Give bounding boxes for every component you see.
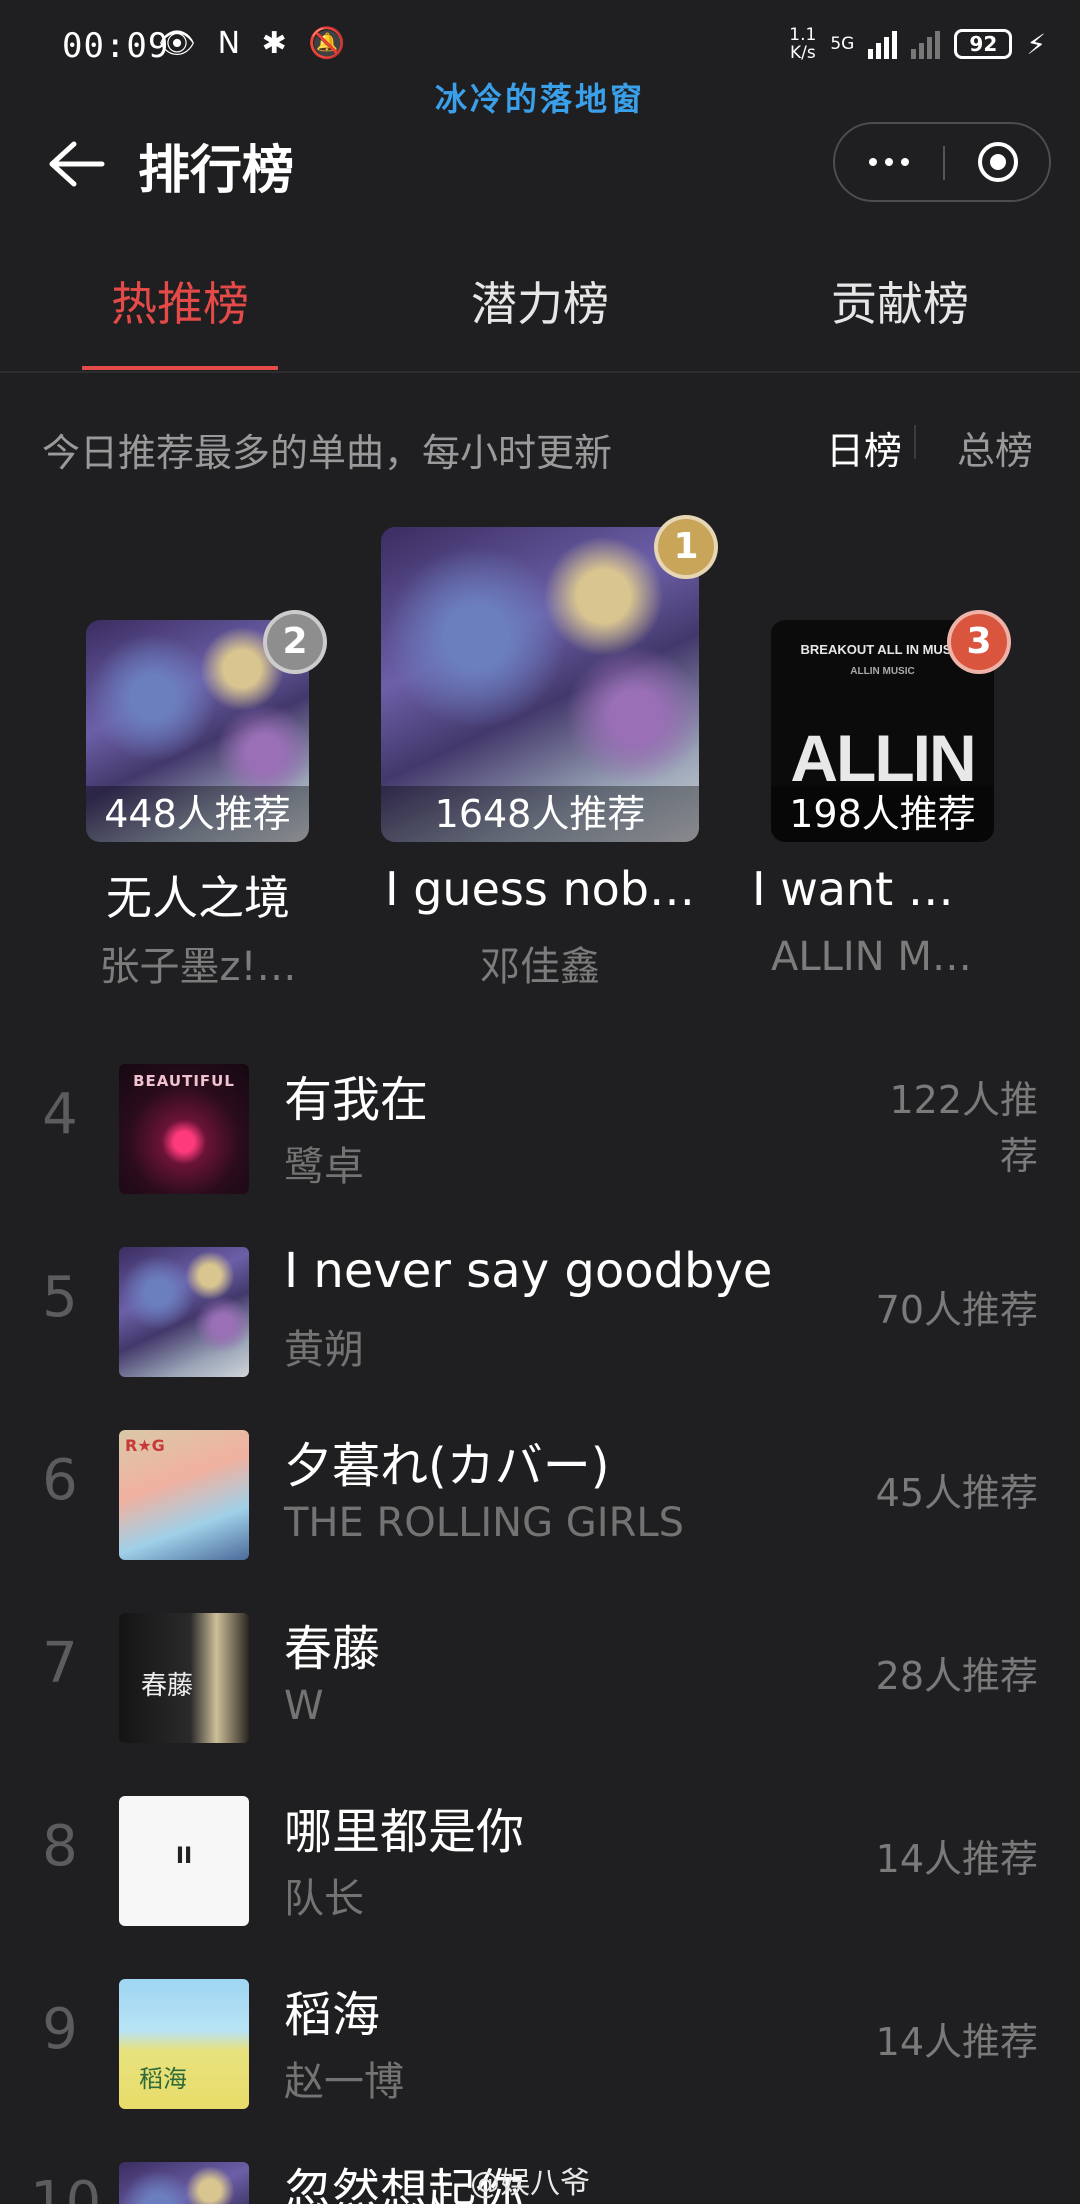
watermark-top: 冰冷的落地窗 [434,80,645,118]
podium-title-2[interactable]: 无人之境 [60,862,336,928]
song-cover: BEAUTIFUL [119,1064,249,1194]
rank-badge-1: 1 [654,515,718,579]
song-row[interactable]: 6 R★G 夕暮れ(カバー) THE ROLLING GIRLS 45人推荐 [0,1418,1080,1568]
podium-artist-2[interactable]: 张子墨z!… [60,934,336,992]
back-button[interactable] [44,136,108,192]
podium-artist-3[interactable]: ALLIN M… [771,934,1021,980]
song-title: I never say goodbye [284,1243,773,1299]
song-rank: 10 [30,2170,102,2204]
podium-title-1[interactable]: I guess nob… [360,862,720,916]
podium-title-3[interactable]: I want … [752,862,1002,916]
song-row[interactable]: 7 春藤 春藤 W 28人推荐 [0,1601,1080,1751]
song-title: 有我在 [284,1072,429,1128]
rank-badge-2: 2 [263,610,327,674]
song-row[interactable]: 9 稻海 稻海 赵一博 14人推荐 [0,1967,1080,2117]
song-title: 哪里都是你 [284,1804,525,1860]
song-title: 稻海 [284,1987,381,2043]
network-type-label: 5G [830,34,855,54]
more-button[interactable] [835,124,943,200]
song-rank: 5 [42,1265,78,1330]
signal-secondary-icon [911,29,941,59]
song-row[interactable]: 8 II 哪里都是你 队长 14人推荐 [0,1784,1080,1934]
song-cover [119,1247,249,1377]
cover-word: ALLIN [790,721,976,795]
battery-icon: 92 [954,29,1013,59]
song-rank: 8 [42,1814,78,1879]
close-miniapp-button[interactable] [978,142,1018,182]
podium-cover-1[interactable]: 1648人推荐 [381,527,699,842]
podium-count: 1648人推荐 [381,786,699,842]
song-artist: W [284,1683,324,1729]
tab-potential[interactable]: 潜力榜 [420,268,660,334]
miniapp-capsule [833,122,1051,202]
chart-description: 今日推荐最多的单曲，每小时更新 [42,431,613,475]
status-left-icons: 👁 N ✱ 🔕 [158,26,352,61]
song-recommend-count: 122人推 荐 [889,1078,1038,1178]
song-artist: 鹭卓 [284,1144,364,1190]
podium-count: 448人推荐 [86,786,309,842]
song-recommend-count: 14人推荐 [875,1837,1038,1881]
status-time: 00:09 [62,26,170,66]
watermark-bottom: @娱八爷 [470,2166,590,2201]
segment-divider [914,425,916,459]
song-recommend-count: 14人推荐 [875,2020,1038,2064]
podium-count: 198人推荐 [771,786,994,842]
net-speed: 1.1 K/s [789,25,817,63]
song-rank: 4 [42,1082,78,1147]
capsule-divider [943,146,945,180]
song-title: 夕暮れ(カバー) [284,1438,610,1494]
song-rank: 7 [42,1631,78,1696]
segment-daily[interactable]: 日榜 [826,420,902,475]
segment-total[interactable]: 总榜 [957,420,1033,475]
song-title: 春藤 [284,1621,381,1677]
song-rank: 6 [42,1448,78,1513]
song-cover: R★G [119,1430,249,1560]
song-cover: 稻海 [119,1979,249,2109]
tab-active-indicator [82,366,278,370]
page-title: 排行榜 [138,141,295,201]
song-cover: II [119,1796,249,1926]
song-row[interactable]: 5 I never say goodbye 黄朔 70人推荐 [0,1235,1080,1385]
podium-artist-1[interactable]: 邓佳鑫 [360,934,720,992]
song-artist: THE ROLLING GIRLS [284,1500,685,1546]
song-row[interactable]: 4 BEAUTIFUL 有我在 鹭卓 122人推 荐 [0,1052,1080,1202]
more-icon [869,158,877,166]
signal-icon [868,29,898,59]
song-rank: 9 [42,1997,78,2062]
song-recommend-count: 70人推荐 [875,1288,1038,1332]
back-arrow-icon [49,141,105,187]
song-cover: 春藤 [119,1613,249,1743]
tab-contribution[interactable]: 贡献榜 [780,268,1020,334]
song-artist: 赵一博 [284,2059,404,2105]
status-right-icons: 1.1 K/s 5G 92 ⚡ [789,22,1046,66]
tab-hot[interactable]: 热推榜 [60,268,300,334]
song-recommend-count: 28人推荐 [875,1654,1038,1698]
rank-badge-3: 3 [947,610,1011,674]
song-cover [119,2162,249,2204]
charging-icon: ⚡ [1026,27,1046,61]
tab-divider [0,371,1080,373]
song-artist: 队长 [284,1876,364,1922]
song-recommend-count: 45人推荐 [875,1471,1038,1515]
song-artist: 黄朔 [284,1327,364,1373]
